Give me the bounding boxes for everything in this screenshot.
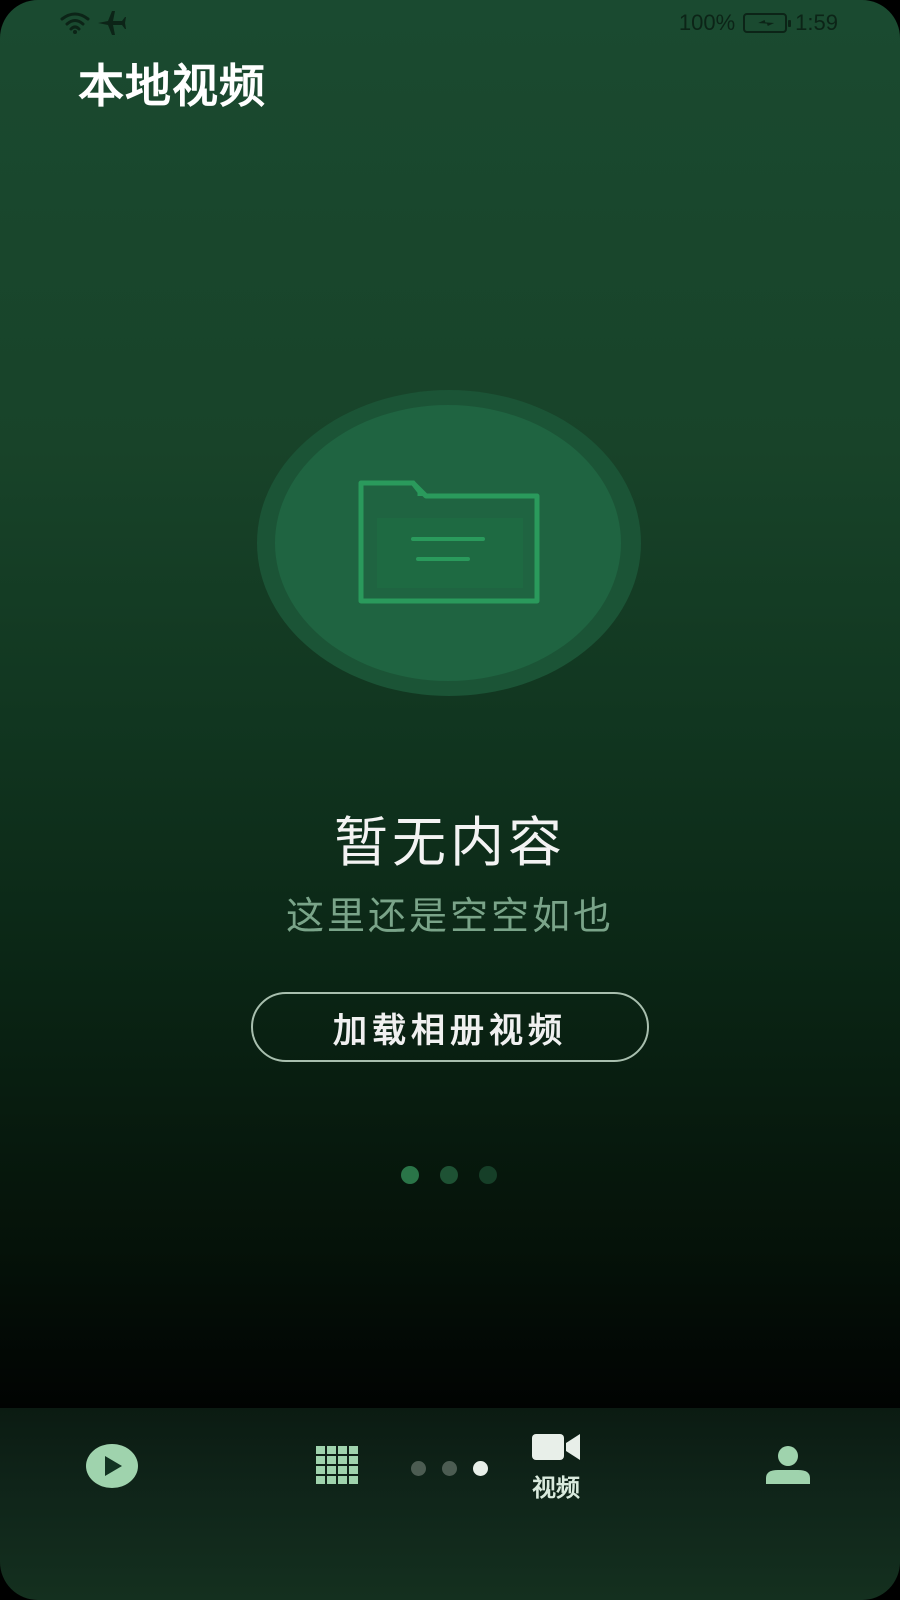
- folder-icon: [358, 480, 540, 604]
- battery-icon: [743, 13, 792, 33]
- person-icon: [766, 1446, 810, 1484]
- page-dot: [440, 1166, 458, 1184]
- nav-page-indicator: [411, 1461, 488, 1476]
- bottom-nav: [0, 1408, 900, 1600]
- play-icon: [86, 1444, 138, 1488]
- page-title: 本地视频: [78, 59, 266, 113]
- nav-dot: [411, 1461, 426, 1476]
- airplane-icon: [98, 11, 126, 35]
- video-camera-icon: [532, 1434, 580, 1460]
- nav-item-play[interactable]: [86, 1444, 138, 1488]
- load-album-videos-button[interactable]: 加载相册视频: [251, 992, 649, 1062]
- page-dot: [479, 1166, 497, 1184]
- status-right: 100% 1:59: [679, 10, 838, 36]
- screen: 100% 1:59 本地视频 暂无内容 这里还是空空如也 加载相册视频 视频: [0, 0, 900, 1600]
- empty-state-title: 暂无内容: [334, 811, 566, 874]
- empty-state-subtitle: 这里还是空空如也: [285, 894, 614, 938]
- nav-item-grid[interactable]: [316, 1446, 358, 1484]
- status-time: 1:59: [795, 10, 838, 35]
- status-left: [60, 10, 126, 36]
- page-dot-active: [401, 1166, 419, 1184]
- battery-percent: 100%: [678, 10, 736, 35]
- nav-dot: [442, 1461, 457, 1476]
- status-bar: 100% 1:59: [0, 0, 900, 48]
- page-indicator: [401, 1166, 497, 1184]
- nav-item-profile[interactable]: [766, 1446, 810, 1484]
- wifi-icon: [60, 12, 90, 34]
- nav-dot-active: [473, 1461, 488, 1476]
- nav-item-video[interactable]: 视频: [532, 1432, 580, 1503]
- nav-label-video: 视频: [532, 1474, 580, 1502]
- grid-icon: [316, 1446, 358, 1484]
